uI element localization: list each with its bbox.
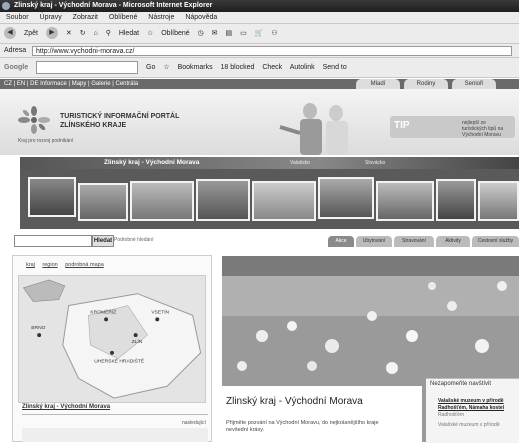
window-title-bar: Zlinský kraj - Východní Morava - Microso… xyxy=(0,0,519,12)
menu-help[interactable]: Nápověda xyxy=(185,14,217,21)
main-paragraph: Přijměte pozvání na Východní Moravu, do … xyxy=(226,420,379,433)
portal-logo[interactable] xyxy=(16,106,52,134)
history-icon[interactable]: ◷ xyxy=(198,30,204,37)
tab-dining[interactable]: Stravování xyxy=(394,236,434,247)
menu-file[interactable]: Soubor xyxy=(6,14,29,21)
photo-village[interactable] xyxy=(28,177,76,217)
photo-landscape[interactable] xyxy=(130,181,194,221)
visit-link-radhost[interactable]: Radhošťém, Námaha kostel xyxy=(438,405,504,411)
advanced-search-link[interactable]: Podrobné hledání xyxy=(114,237,153,243)
tourists-photo xyxy=(279,103,348,155)
google-search-input[interactable] xyxy=(36,60,139,74)
search-button[interactable]: Hledat xyxy=(119,30,139,37)
back-arrow-icon[interactable]: ◀ xyxy=(4,27,16,40)
menu-bar: Soubor Úpravy Zobrazit Oblíbené Nástroje… xyxy=(0,12,519,24)
portal-title: TURISTICKÝ INFORMAČNÍ PORTÁL ZLÍNSKÉHO K… xyxy=(60,113,180,129)
google-go-button[interactable]: Go xyxy=(146,64,155,71)
tab-young[interactable]: Mladí xyxy=(356,79,400,89)
photo-hills[interactable] xyxy=(376,181,434,221)
visit-link-museum[interactable]: Valašské muzeum v přírodě xyxy=(438,398,504,404)
bookmarks-button[interactable]: Bookmarks xyxy=(178,64,213,71)
menu-favorites[interactable]: Oblíbené xyxy=(109,14,137,21)
address-label: Adresa xyxy=(4,47,27,54)
forward-arrow-icon[interactable]: ▶ xyxy=(45,27,58,40)
tip-logo: TIP xyxy=(394,120,410,131)
edit-icon[interactable]: ▭ xyxy=(240,30,247,37)
tab-travel-services[interactable]: Cestovní služby xyxy=(472,236,519,247)
tab-events[interactable]: Akce xyxy=(328,236,354,247)
tip-text: nejlepší ze turistických tipů na Východn… xyxy=(462,120,504,138)
url-input[interactable]: http://www.vychodni-morava.cz/ xyxy=(32,46,512,56)
site-top-links[interactable]: CZ | EN | DE Informace | Mapy | Galerie … xyxy=(4,81,138,87)
city-vsetin[interactable]: VSETÍN xyxy=(151,308,169,315)
favorites-star-icon[interactable]: ☆ xyxy=(147,30,153,37)
mail-icon[interactable]: ✉ xyxy=(212,30,218,37)
google-logo: Google xyxy=(4,64,29,71)
left-content xyxy=(22,428,208,442)
tab-seniors[interactable]: Senioři xyxy=(452,79,496,89)
autolink-button[interactable]: Autolink xyxy=(290,64,315,71)
visit-heading: Nezapomeňte navštívit xyxy=(430,381,492,387)
photo-town[interactable] xyxy=(478,181,519,221)
logo-caption: Kraj pro rozvoj podnikání xyxy=(18,138,74,144)
left-more-link[interactable]: nasledující xyxy=(182,420,206,426)
back-button[interactable]: Zpět xyxy=(24,30,38,37)
menu-tools[interactable]: Nástroje xyxy=(148,14,174,21)
cart-icon[interactable]: 🛒 xyxy=(255,30,264,37)
photo-strip xyxy=(20,169,519,229)
city-brno[interactable]: BRNO xyxy=(31,325,45,331)
menu-edit[interactable]: Úpravy xyxy=(40,14,62,21)
google-toolbar: Google Go ☆ Bookmarks 18 blocked Check A… xyxy=(0,58,519,78)
photo-castle[interactable] xyxy=(196,179,250,221)
check-button[interactable]: Check xyxy=(262,64,282,71)
search-icon[interactable]: ⚲ xyxy=(106,30,111,37)
stop-icon[interactable]: ✕ xyxy=(66,30,72,37)
map-link-detailed[interactable]: podrobná mapa xyxy=(65,262,104,268)
map-link-region[interactable]: region xyxy=(42,262,57,268)
map-links: kraj region podrobná mapa xyxy=(26,262,110,268)
divider xyxy=(22,414,208,415)
toolbar: ◀ Zpět ▶ ✕ ↻ ⌂ ⚲ Hledat ☆ Oblíbené ◷ ✉ ▤… xyxy=(0,24,519,44)
site-search-input[interactable] xyxy=(14,235,92,247)
visit-text-1: Radhošťém xyxy=(438,412,465,418)
subregion-slovacko[interactable]: Slovácko xyxy=(365,160,385,166)
region-map[interactable]: KROMĚŘÍŽ VSETÍN ZLÍN UHERSKÉ HRADIŠTĚ BR… xyxy=(18,275,206,403)
left-heading[interactable]: Zlinský kraj - Východní Morava xyxy=(22,404,110,410)
star-icon[interactable]: ☆ xyxy=(163,64,169,71)
address-bar: Adresa http://www.vychodni-morava.cz/ xyxy=(0,44,519,58)
messenger-icon[interactable]: ⚇ xyxy=(271,30,277,37)
window-title: Zlinský kraj - Východní Morava - Microso… xyxy=(14,2,213,9)
city-zlin[interactable]: ZLÍN xyxy=(132,338,143,345)
tab-accommodation[interactable]: Ubytování xyxy=(356,236,392,247)
tab-families[interactable]: Rodiny xyxy=(404,79,448,89)
popup-blocked-button[interactable]: 18 blocked xyxy=(221,64,255,71)
photo-chapel[interactable] xyxy=(78,183,128,221)
photo-cottage[interactable] xyxy=(318,177,374,219)
send-to-button[interactable]: Send to xyxy=(323,64,347,71)
tip-banner[interactable]: TIP nejlepší ze turistických tipů na Výc… xyxy=(390,116,515,138)
photo-church[interactable] xyxy=(436,179,476,221)
region-bar xyxy=(20,157,519,169)
print-icon[interactable]: ▤ xyxy=(226,30,233,37)
czech-outline xyxy=(22,279,66,302)
photo-monument[interactable] xyxy=(252,181,316,221)
menu-view[interactable]: Zobrazit xyxy=(73,14,98,21)
site-top-nav: CZ | EN | DE Informace | Mapy | Galerie … xyxy=(0,79,519,89)
ie-icon xyxy=(2,2,10,10)
refresh-icon[interactable]: ↻ xyxy=(80,30,86,37)
home-icon[interactable]: ⌂ xyxy=(94,30,98,37)
main-title: Zlinský kraj - Východní Morava xyxy=(226,396,363,407)
favorites-button[interactable]: Oblíbené xyxy=(161,30,189,37)
subregion-valassko[interactable]: Valašsko xyxy=(290,160,310,166)
visit-text-2: Valašské muzeum v přírodě xyxy=(438,422,500,428)
region-title: Zlinský kraj - Východní Morava xyxy=(104,159,200,166)
site-search-button[interactable]: Hledat xyxy=(92,235,114,247)
map-link-kraj[interactable]: kraj xyxy=(26,262,35,268)
tab-activities[interactable]: Aktivity xyxy=(436,236,470,247)
